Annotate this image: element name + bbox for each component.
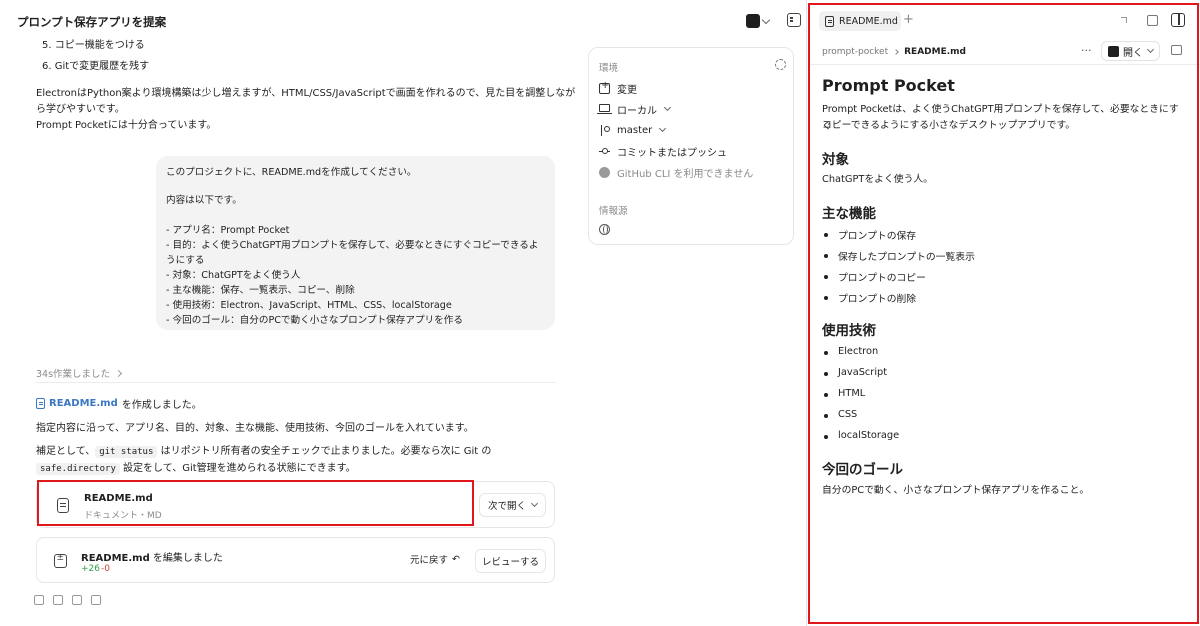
open-with-button[interactable]: 次で開く [479,493,546,517]
text-fragment: 設定をして、Git管理を進められる状態にできます。 [119,463,356,474]
gear-icon[interactable] [775,59,786,70]
assistant-paragraph: Prompt Pocketには十分合っています。 [36,120,217,131]
highlight-box [808,3,1199,624]
created-file-line: README.md を作成しました。 [36,396,202,411]
message-line: うにする [166,255,205,266]
laptop-icon [597,104,612,115]
diff-icon [599,80,610,94]
open-with-label: 次で開く [487,501,526,512]
message-line: - 使用技術：Electron、JavaScript、HTML、CSS、loca… [166,300,452,311]
globe-icon [599,223,610,235]
additions-count: +26 [81,564,100,574]
edit-file: README.md [81,553,150,564]
text-fragment: 補足として、 [36,446,96,457]
divider [36,382,556,383]
commit-icon [599,146,610,157]
revert-button[interactable]: 元に戻す ↶ [410,552,460,567]
env-item-label: コミットまたはプッシュ [617,147,727,159]
pane-divider[interactable] [806,0,807,626]
list-text: コピー機能をつける [54,40,145,51]
diff-icon [54,553,67,568]
thumbs-down-icon[interactable] [72,595,82,605]
thread-title: プロンプト保存アプリを提案 [17,15,167,29]
model-selector-button[interactable] [746,11,778,31]
message-line: - アプリ名：Prompt Pocket [166,225,290,236]
message-line: - 対象：ChatGPTをよく使う人 [166,270,301,281]
inline-code: git status [95,446,158,458]
env-item-github: GitHub CLI を利用できません [599,164,753,180]
model-logo-icon [746,14,760,28]
env-item-sources[interactable] [599,221,610,237]
edit-action: を編集しました [149,553,223,564]
env-item-commit[interactable]: コミットまたはプッシュ [599,143,727,159]
created-suffix: を作成しました。 [121,400,202,411]
message-line: - 主な機能：保存、一覧表示、コピー、削除 [166,285,355,296]
chevron-down-icon [530,499,539,508]
edit-summary-card: README.md を編集しました +26 -0 元に戻す ↶ レビューする [36,537,555,583]
chevron-down-icon [761,15,771,24]
chevron-right-icon [115,369,123,377]
list-number: 5. [42,40,52,51]
message-line: 内容は以下です。 [166,195,242,206]
message-line: - 今回のゴール：自分のPCで動く小さなプロンプト保存アプリを作る [166,315,463,326]
work-summary-toggle[interactable]: 34s作業しました [36,366,123,380]
response-paragraph: safe.directory 設定をして、Git管理を進められる状態にできます。 [36,459,356,475]
list-item: 5. コピー機能をつける [42,36,145,51]
environment-title: 環境 [599,63,619,74]
thumbs-up-icon[interactable] [53,595,63,605]
list-text: Gitで変更履歴を残す [54,61,150,72]
list-number: 6. [42,61,52,72]
highlight-box [37,480,474,526]
chat-header: プロンプト保存アプリを提案 ··· [0,0,806,40]
review-button[interactable]: レビューする [475,549,546,573]
chat-pane: プロンプト保存アプリを提案 ··· 5. コピー機能をつける 6. Gitで変更… [0,0,806,626]
env-item-branch[interactable]: master [599,122,667,138]
env-item-label: 変更 [617,84,637,96]
deletions-count: -0 [101,564,110,574]
env-item-label: GitHub CLI を利用できません [617,168,754,180]
chevron-down-icon [663,103,672,112]
github-icon [599,166,610,178]
response-paragraph: 補足として、 git status はリポジトリ所有者の安全チェックで止まりました… [36,442,492,458]
undo-icon: ↶ [452,553,460,565]
env-item-changes[interactable]: 変更 [599,80,637,96]
thread-menu-button[interactable]: ··· [154,12,165,26]
work-summary-label: 34s作業しました [36,369,111,380]
message-actions [34,595,101,605]
response-paragraph: 指定内容に沿って、アプリ名、目的、対象、主な機能、使用技術、今回のゴールを入れて… [36,423,474,434]
revert-label: 元に戻す [410,555,449,566]
panel-toggle-icon[interactable] [787,13,801,27]
copy-icon[interactable] [34,595,44,605]
chevron-down-icon [659,124,667,133]
user-message-bubble: このプロジェクトに、README.mdを作成してください。 内容は以下です。 -… [156,156,555,330]
branch-icon [599,124,610,136]
document-icon [36,398,45,409]
env-item-label: ローカル [617,105,657,117]
inline-code: safe.directory [36,463,120,475]
readme-link[interactable]: README.md [49,398,118,409]
message-line: このプロジェクトに、README.mdを作成してください。 [166,167,417,178]
sources-title: 情報源 [599,206,628,217]
list-item: 6. Gitで変更履歴を残す [42,57,149,72]
edit-title: README.md を編集しました [81,549,223,564]
assistant-paragraph: ら学びやすいです。 [36,104,125,115]
message-line: - 目的：よく使うChatGPT用プロンプトを保存して、必要なときにすぐコピーで… [166,240,539,251]
assistant-paragraph: ElectronはPython案より環境構築は少し増えますが、HTML/CSS/… [36,88,576,99]
env-item-label: master [617,124,653,136]
env-item-local[interactable]: ローカル [597,101,672,117]
text-fragment: はリポジトリ所有者の安全チェックで止まりました。必要なら次に Git の [157,446,492,457]
share-icon[interactable] [91,595,101,605]
environment-panel: 環境 変更 ローカル master コミットまたはプッシュ GitHub CLI… [588,47,794,245]
